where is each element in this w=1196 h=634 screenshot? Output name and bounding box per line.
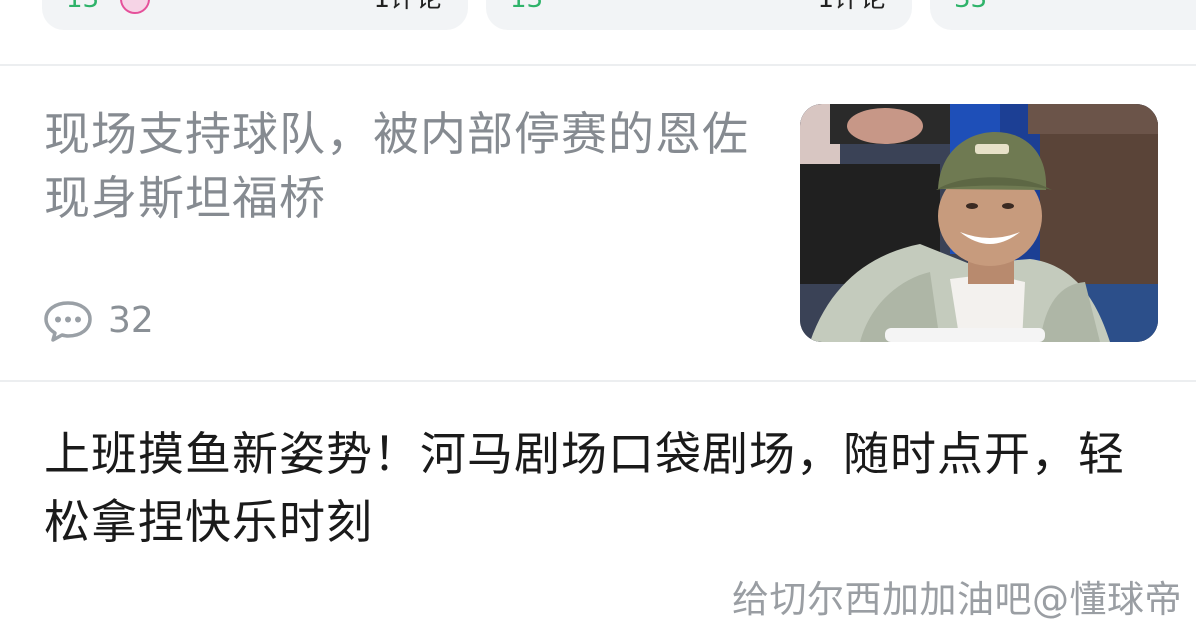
previous-items-strip: 13 1评论 13 1评论 33 (0, 0, 1196, 64)
card-count: 13 (510, 0, 543, 12)
card-count: 33 (954, 0, 987, 12)
comment-count: 32 (108, 300, 154, 341)
news-feed: 13 1评论 13 1评论 33 现场支持球队，被内部停赛的恩佐现身斯坦福桥 3… (0, 0, 1196, 634)
comment-meta[interactable]: 32 (42, 298, 154, 344)
team-badge-icon (120, 0, 150, 14)
card-comment-label: 1评论 (817, 0, 886, 12)
feed-card[interactable]: 13 1评论 (486, 0, 912, 30)
card-count: 13 (66, 0, 99, 12)
news-item[interactable]: 现场支持球队，被内部停赛的恩佐现身斯坦福桥 32 (0, 66, 1196, 380)
news-title[interactable]: 现场支持球队，被内部停赛的恩佐现身斯坦福桥 (44, 102, 774, 230)
ad-item[interactable]: 上班摸鱼新姿势！河马剧场口袋剧场，随时点开，轻松拿捏快乐时刻 给切尔西加加油吧@… (0, 382, 1196, 634)
feed-card[interactable]: 13 1评论 (42, 0, 468, 30)
news-thumbnail[interactable] (800, 104, 1158, 342)
comment-bubble-icon (44, 301, 92, 342)
watermark-text: 给切尔西加加油吧@懂球帝 (732, 578, 1182, 621)
ad-title[interactable]: 上班摸鱼新姿势！河马剧场口袋剧场，随时点开，轻松拿捏快乐时刻 (44, 420, 1164, 556)
feed-card[interactable]: 33 (930, 0, 1196, 30)
card-comment-label: 1评论 (373, 0, 442, 12)
player-photo-image (800, 104, 1158, 342)
